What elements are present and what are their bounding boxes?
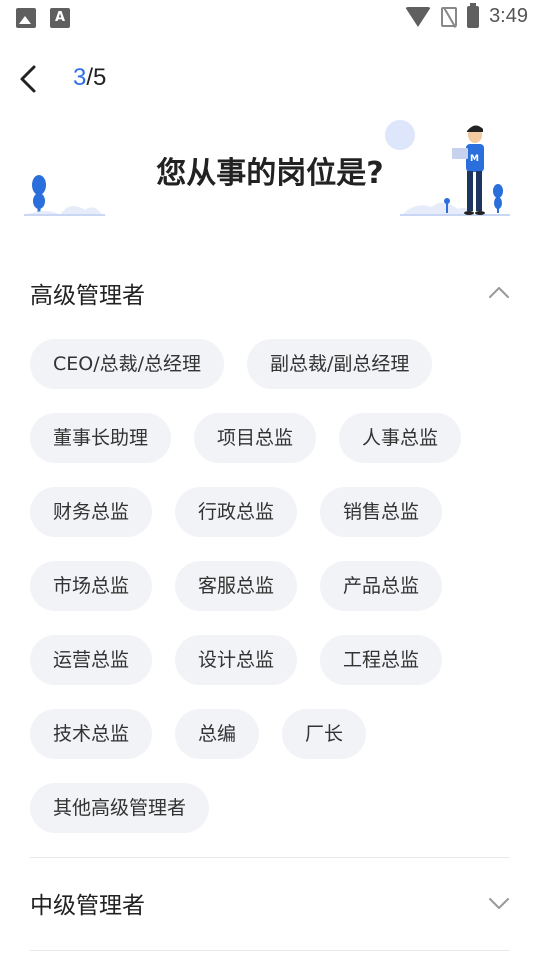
chevron-left-icon bbox=[20, 65, 36, 93]
font-a-icon: A bbox=[50, 8, 70, 28]
status-bar: A 3:49 bbox=[0, 0, 540, 36]
option-chip[interactable]: 市场总监 bbox=[30, 561, 153, 611]
option-chip[interactable]: 人事总监 bbox=[339, 413, 462, 463]
option-chip[interactable]: 总编 bbox=[175, 709, 260, 759]
chevron-up-icon[interactable] bbox=[488, 282, 510, 304]
option-chip[interactable]: 行政总监 bbox=[175, 487, 298, 537]
image-icon bbox=[16, 8, 36, 28]
option-chip[interactable]: 运营总监 bbox=[30, 635, 153, 685]
option-chip[interactable]: 设计总监 bbox=[175, 635, 298, 685]
section-divider bbox=[30, 950, 510, 951]
back-button[interactable] bbox=[14, 62, 46, 96]
wifi-icon bbox=[405, 6, 432, 27]
option-row: 董事长助理 项目总监 人事总监 bbox=[30, 413, 520, 487]
option-chip[interactable]: 产品总监 bbox=[320, 561, 443, 611]
option-chip[interactable]: 厂长 bbox=[282, 709, 367, 759]
battery-charging-icon bbox=[467, 2, 480, 28]
section-title: 中级管理者 bbox=[30, 893, 145, 919]
option-chip[interactable]: 其他高级管理者 bbox=[30, 783, 210, 833]
section-header-middle[interactable]: 中级管理者 bbox=[30, 878, 510, 928]
option-row: 财务总监 行政总监 销售总监 bbox=[30, 487, 520, 561]
option-chip[interactable]: 项目总监 bbox=[194, 413, 317, 463]
step-current: 3 bbox=[73, 64, 87, 91]
option-row: CEO/总裁/总经理 副总裁/副总经理 bbox=[30, 339, 520, 413]
option-chip[interactable]: CEO/总裁/总经理 bbox=[30, 339, 225, 389]
page-title: 您从事的岗位是? bbox=[156, 156, 384, 191]
option-row: 其他高级管理者 bbox=[30, 783, 520, 857]
step-total: /5 bbox=[86, 64, 107, 91]
option-chip[interactable]: 财务总监 bbox=[30, 487, 153, 537]
option-list: CEO/总裁/总经理 副总裁/副总经理 董事长助理 项目总监 人事总监 财务总监… bbox=[30, 339, 520, 857]
section-header-senior[interactable]: 高级管理者 bbox=[30, 268, 510, 318]
option-row: 市场总监 客服总监 产品总监 bbox=[30, 561, 520, 635]
option-chip[interactable]: 董事长助理 bbox=[30, 413, 172, 463]
option-chip[interactable]: 技术总监 bbox=[30, 709, 153, 759]
option-chip[interactable]: 副总裁/副总经理 bbox=[247, 339, 433, 389]
option-row: 技术总监 总编 厂长 bbox=[30, 709, 520, 783]
chevron-down-icon[interactable] bbox=[488, 892, 510, 914]
status-time: 3:49 bbox=[489, 5, 528, 27]
option-chip[interactable]: 工程总监 bbox=[320, 635, 443, 685]
option-chip[interactable]: 销售总监 bbox=[320, 487, 443, 537]
section-title: 高级管理者 bbox=[30, 283, 145, 309]
section-divider bbox=[30, 857, 510, 858]
option-row: 运营总监 设计总监 工程总监 bbox=[30, 635, 520, 709]
option-chip[interactable]: 客服总监 bbox=[175, 561, 298, 611]
no-sim-icon bbox=[441, 6, 458, 27]
step-indicator: 3/5 bbox=[73, 64, 106, 92]
